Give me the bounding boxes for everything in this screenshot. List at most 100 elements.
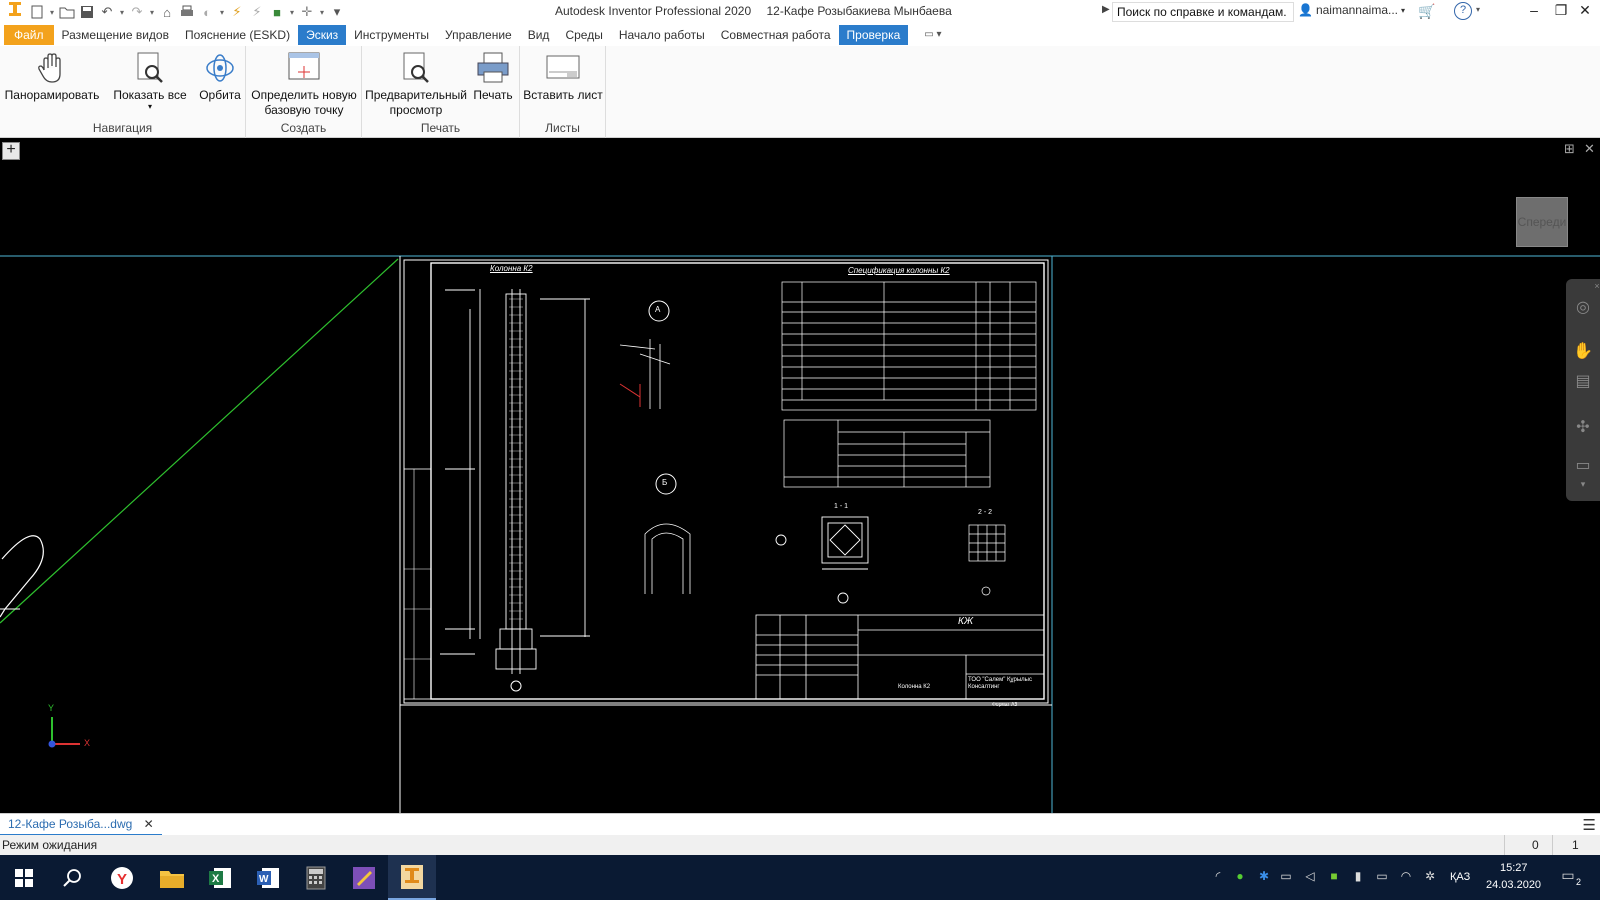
nvidia-icon[interactable]: ■ — [1326, 869, 1342, 885]
document-tab[interactable]: 12-Кафе Розыба...dwg ✕ — [0, 814, 162, 836]
open-folder-icon[interactable] — [58, 3, 76, 21]
word-icon[interactable]: W — [244, 855, 292, 900]
bluetooth-icon[interactable]: ✱ — [1256, 869, 1272, 885]
title-bar: ▾ ↶ ▾ ↷ ▾ ⌂ ◐ ▾ ⚡ ⚡ ■ ▾ ✛ ▾ ▾ Autodesk I… — [0, 0, 1600, 24]
volume-icon[interactable]: ◁ — [1302, 869, 1318, 885]
undo-icon[interactable]: ↶ — [98, 3, 116, 21]
graphics-canvas[interactable]: + ⊞ ✕ Колонна К2 Спецификация колонны К2… — [0, 139, 1600, 813]
print-preview-button[interactable]: Предварительный просмотр — [364, 50, 468, 118]
quick-access-toolbar: ▾ ↶ ▾ ↷ ▾ ⌂ ◐ ▾ ⚡ ⚡ ■ ▾ ✛ ▾ ▾ — [0, 0, 346, 24]
update-tray-icon[interactable]: ● — [1232, 869, 1248, 885]
chevron-down-icon[interactable]: ▾ — [318, 3, 326, 21]
inventor-taskbar-icon[interactable] — [388, 855, 436, 900]
zoom-all-label: Показать все — [113, 88, 187, 102]
new-file-icon[interactable] — [28, 3, 46, 21]
yandex-browser-icon[interactable]: Y — [98, 855, 146, 900]
excel-icon[interactable]: X — [196, 855, 244, 900]
tab-environments[interactable]: Среды — [557, 25, 610, 45]
panel-title-create: Создать — [280, 121, 327, 135]
tab-file[interactable]: Файл — [4, 25, 54, 45]
tab-sketch[interactable]: Эскиз — [298, 25, 347, 45]
steering-wheel-icon[interactable]: ◎ — [1572, 297, 1594, 319]
tab-get-started[interactable]: Начало работы — [611, 25, 713, 45]
tab-review[interactable]: Проверка — [838, 25, 909, 45]
pan-button[interactable]: Панорамировать — [4, 50, 100, 103]
headset-icon[interactable]: ◠ — [1398, 869, 1414, 885]
drawing-title-spec: Спецификация колонны К2 — [848, 266, 950, 275]
minimize-icon[interactable]: – — [1523, 2, 1545, 18]
help-search-input[interactable]: Поиск по справке и командам. — [1112, 2, 1294, 22]
look-at-icon[interactable]: ▭ — [1572, 455, 1594, 477]
keyboard-language[interactable]: ҚАЗ — [1450, 871, 1470, 883]
search-icon[interactable] — [48, 855, 96, 900]
material-icon[interactable]: ■ — [268, 3, 286, 21]
cart-icon[interactable]: 🛒 — [1418, 3, 1435, 20]
ribbon-tabs: Файл Размещение видов Пояснение (ESKD) Э… — [0, 24, 1600, 46]
chevron-down-icon[interactable]: ▾ — [1476, 5, 1480, 14]
rebuild-icon[interactable]: ⚡ — [248, 3, 266, 21]
update-icon[interactable]: ⚡ — [228, 3, 246, 21]
chevron-down-icon[interactable]: ▾ — [48, 3, 56, 21]
save-icon[interactable] — [78, 3, 96, 21]
tab-view-placement[interactable]: Размещение видов — [54, 25, 177, 45]
hand-icon[interactable]: ✋ — [1572, 341, 1594, 363]
display-icon[interactable]: ▭ — [1374, 869, 1390, 885]
viewcube[interactable]: Спереди — [1516, 197, 1568, 247]
axis-y-label: Y — [48, 703, 55, 713]
onenote-icon[interactable] — [340, 855, 388, 900]
battery-icon[interactable]: ▭ — [1278, 869, 1294, 885]
printer-icon — [477, 52, 509, 83]
base-point-label-1: Определить новую — [251, 88, 357, 102]
user-account[interactable]: 👤 naimannaima... ▾ — [1298, 3, 1405, 17]
insert-sheet-button[interactable]: Вставить лист — [522, 50, 604, 103]
app-logo-icon[interactable] — [4, 1, 26, 23]
document-tab-bar: 12-Кафе Розыба...dwg ✕ ☰ — [0, 813, 1600, 836]
tab-view[interactable]: Вид — [520, 25, 558, 45]
restore-icon[interactable]: ❐ — [1550, 2, 1572, 19]
close-icon[interactable]: ✕ — [1574, 2, 1596, 19]
close-icon[interactable]: ✕ — [144, 817, 154, 831]
ribbon-panel: Панорамировать Показать все ▾ Орбита Нав… — [0, 46, 1600, 138]
print-icon[interactable] — [178, 3, 196, 21]
ribbon-options-icon[interactable]: ▭ ▾ — [920, 25, 945, 45]
add-icon[interactable]: ✛ — [298, 3, 316, 21]
orbit-button[interactable]: Орбита — [196, 50, 244, 103]
notifications-icon[interactable]: ▭ — [1560, 867, 1576, 883]
select-icon[interactable]: ◐ — [198, 3, 216, 21]
chevron-down-icon: ▾ — [147, 102, 152, 111]
settings-tray-icon[interactable]: ✲ — [1422, 869, 1438, 885]
panel-title-sheets: Листы — [545, 121, 580, 135]
tab-manage[interactable]: Управление — [437, 25, 520, 45]
microphone-icon[interactable]: ▮ — [1350, 869, 1366, 885]
define-base-point-button[interactable]: Определить новую базовую точку — [250, 50, 358, 118]
chevron-down-icon[interactable]: ▾ — [218, 3, 226, 21]
drawing-sheet — [0, 255, 1600, 813]
panel-title-print: Печать — [420, 121, 461, 135]
home-icon[interactable]: ⌂ — [158, 3, 176, 21]
chevron-down-icon[interactable]: ▾ — [118, 3, 126, 21]
chevron-down-icon[interactable]: ▾ — [288, 3, 296, 21]
orbit-icon[interactable]: ✣ — [1572, 417, 1594, 439]
document-name: 12-Кафе Розыбакиева Мынбаева — [766, 4, 952, 18]
help-icon[interactable]: ? — [1454, 2, 1472, 20]
redo-icon[interactable]: ↷ — [128, 3, 146, 21]
zoom-all-icon — [137, 52, 163, 83]
print-button[interactable]: Печать — [470, 50, 516, 103]
status-count-a: 0 — [1532, 838, 1539, 852]
zoom-all-icon[interactable]: ▤ — [1572, 371, 1594, 393]
chevron-right-icon[interactable]: ▶ — [1102, 4, 1110, 15]
file-explorer-icon[interactable] — [148, 855, 196, 900]
clock-time[interactable]: 15:27 — [1500, 862, 1528, 874]
tab-annotate[interactable]: Пояснение (ESKD) — [177, 25, 298, 45]
wifi-icon[interactable]: ◜ — [1210, 869, 1226, 885]
tab-collaborate[interactable]: Совместная работа — [713, 25, 839, 45]
chevron-down-icon[interactable]: ▾ — [148, 3, 156, 21]
calculator-icon[interactable] — [292, 855, 340, 900]
chevron-down-icon[interactable]: ▾ — [1572, 479, 1594, 501]
zoom-all-button[interactable]: Показать все ▾ — [108, 50, 192, 111]
tab-tools[interactable]: Инструменты — [346, 25, 437, 45]
customize-icon[interactable]: ▾ — [328, 3, 346, 21]
windows-start-icon[interactable] — [0, 855, 48, 900]
clock-date[interactable]: 24.03.2020 — [1486, 879, 1541, 891]
menu-icon[interactable]: ☰ — [1583, 816, 1596, 834]
